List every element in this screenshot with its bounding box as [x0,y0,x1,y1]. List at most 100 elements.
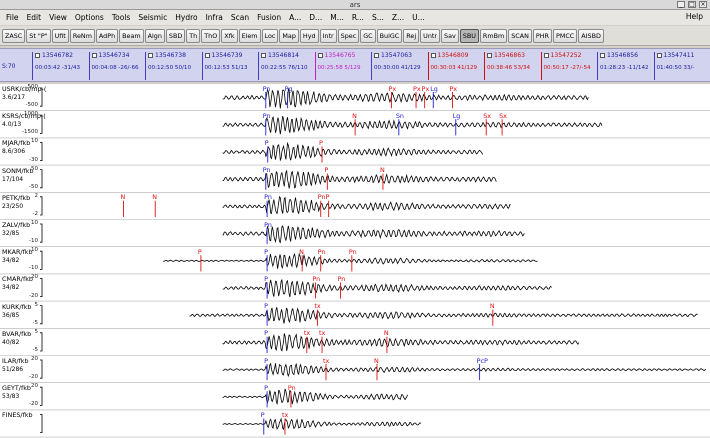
phase-label[interactable]: tx [282,411,288,419]
menu-m[interactable]: M... [326,13,348,22]
phase-label[interactable]: N [374,357,379,365]
waveform-trace[interactable] [222,388,408,406]
phase-label[interactable]: N [380,166,385,174]
close-icon[interactable]: × [699,1,707,8]
toolbar-button-beam[interactable]: Beam [119,28,144,43]
phase-label[interactable]: Px [422,85,430,93]
menu-d[interactable]: D... [305,13,326,22]
phase-label[interactable]: P [261,411,265,419]
event-marker[interactable]: 13546782 00:03:42 -31/43 [32,52,80,80]
menu-scan[interactable]: Scan [227,13,253,22]
waveform-trace[interactable] [222,417,422,431]
waveform-trace[interactable] [222,279,552,298]
waveform-trace[interactable] [222,333,580,352]
phase-label[interactable]: tx [304,329,310,337]
phase-label[interactable]: Pn [264,221,272,229]
toolbar-button-hyd[interactable]: Hyd [299,28,319,43]
phase-label[interactable]: P [324,166,328,174]
phase-label[interactable]: Sn [396,112,404,120]
menu-edit[interactable]: Edit [23,13,46,22]
menu-options[interactable]: Options [71,13,108,22]
phase-label[interactable]: Pn [263,166,271,174]
phase-label[interactable]: Px [449,85,457,93]
phase-label[interactable]: P [326,193,330,201]
phase-label[interactable]: tx [323,357,329,365]
phase-label[interactable]: tx [314,302,320,310]
menu-a[interactable]: A... [285,13,305,22]
event-checkbox-icon[interactable] [656,53,662,58]
phase-label[interactable]: P [319,139,323,147]
event-marker[interactable]: 13546814 00:22:55 76/110 [258,52,308,80]
phase-label[interactable]: Pn [288,384,296,392]
toolbar-button-elem[interactable]: Elem [238,28,261,43]
toolbar-button-pmcc[interactable]: PMCC [552,28,578,43]
event-checkbox-icon[interactable] [543,53,549,58]
phase-label[interactable]: P [264,384,268,392]
menu-s[interactable]: S... [368,13,388,22]
toolbar-button-ufit[interactable]: Ufit [51,28,69,43]
phase-label[interactable]: Pn [338,275,346,283]
event-checkbox-icon[interactable] [374,53,379,58]
phase-label[interactable]: Pn [263,112,271,120]
phase-label[interactable]: P [264,357,268,365]
toolbar-button-adph[interactable]: AdPh [95,28,119,43]
toolbar-button-aisbd[interactable]: AISBD [578,28,604,43]
phase-label[interactable]: Pn [318,193,326,201]
event-checkbox-icon[interactable] [148,53,153,58]
event-checkbox-icon[interactable] [430,53,436,58]
menu-hydro[interactable]: Hydro [171,13,201,22]
phase-label[interactable]: tx [319,329,325,337]
menu-file[interactable]: File [2,13,23,22]
toolbar-button-st-p[interactable]: St "P" [26,28,51,43]
toolbar-button-spec[interactable]: Spec [337,28,360,43]
event-checkbox-icon[interactable] [487,53,492,58]
waveform-trace[interactable] [222,362,707,378]
toolbar-button-renm[interactable]: ReNm [69,28,95,43]
phase-label[interactable]: N [490,302,495,310]
menu-r[interactable]: R... [348,13,368,22]
toolbar-button-phr[interactable]: PHR [532,28,552,43]
phase-label[interactable]: Sx [483,112,491,120]
phase-label[interactable]: P [265,139,269,147]
event-marker[interactable]: 13546739 00:12:53 51/13 [201,52,248,80]
phase-label[interactable]: N [152,193,157,201]
toolbar-button-untr[interactable]: Untr [420,28,441,43]
toolbar-button-rej[interactable]: Rej [403,28,420,43]
phase-label[interactable]: P [198,248,202,256]
waveform-trace[interactable] [222,141,484,162]
toolbar-button-xfk[interactable]: Xfk [221,28,238,43]
phase-label[interactable]: Pn [349,248,357,256]
menu-infra[interactable]: Infra [202,13,227,22]
toolbar-button-bulgc[interactable]: BulGC [376,28,403,43]
phase-label[interactable]: N [352,112,357,120]
event-marker[interactable]: 13546856 01:28:23 -11/142 [597,52,649,80]
phase-label[interactable]: Px [389,85,397,93]
event-marker[interactable]: 13547411 01:40:50 33/- [653,52,695,80]
menu-tools[interactable]: Tools [108,13,134,22]
event-checkbox-icon[interactable] [35,53,40,58]
phase-label[interactable]: Pn [264,193,272,201]
toolbar-button-sav[interactable]: Sav [441,28,459,43]
toolbar-button-rmbm[interactable]: RmBm [479,28,508,43]
event-checkbox-icon[interactable] [261,53,266,58]
toolbar-button-gc[interactable]: GC [360,28,376,43]
menu-fusion[interactable]: Fusion [253,13,285,22]
event-marker[interactable]: 13547063 00:30:00 41/129 [371,52,421,80]
toolbar-button-loc[interactable]: Loc [261,28,279,43]
toolbar-button-tho[interactable]: ThO [201,28,221,43]
menu-u[interactable]: U... [408,13,429,22]
menu-help[interactable]: Help [682,12,707,21]
waveform-panel[interactable]: USRK/cb/mp-(3.6/217 500 -500 KSRS/cb/mp-(4.… [0,84,710,438]
phase-label[interactable]: Pg [285,85,293,93]
menu-z[interactable]: Z... [388,13,408,22]
event-marker[interactable]: 13547252 00:50:17 -27/-54 [540,52,591,80]
maximize-icon[interactable]: □ [688,1,696,8]
phase-label[interactable]: P [264,248,268,256]
menu-seismic[interactable]: Seismic [134,13,171,22]
event-marker[interactable]: 13546738 00:12:50 50/10 [145,52,191,80]
event-marker[interactable]: 13546734 00:04:08 -26/-66 [88,52,139,80]
waveform-trace[interactable] [222,87,589,109]
toolbar-button-th[interactable]: Th [186,28,201,43]
phase-label[interactable]: N [299,248,304,256]
waveform-canvas[interactable] [0,84,710,438]
